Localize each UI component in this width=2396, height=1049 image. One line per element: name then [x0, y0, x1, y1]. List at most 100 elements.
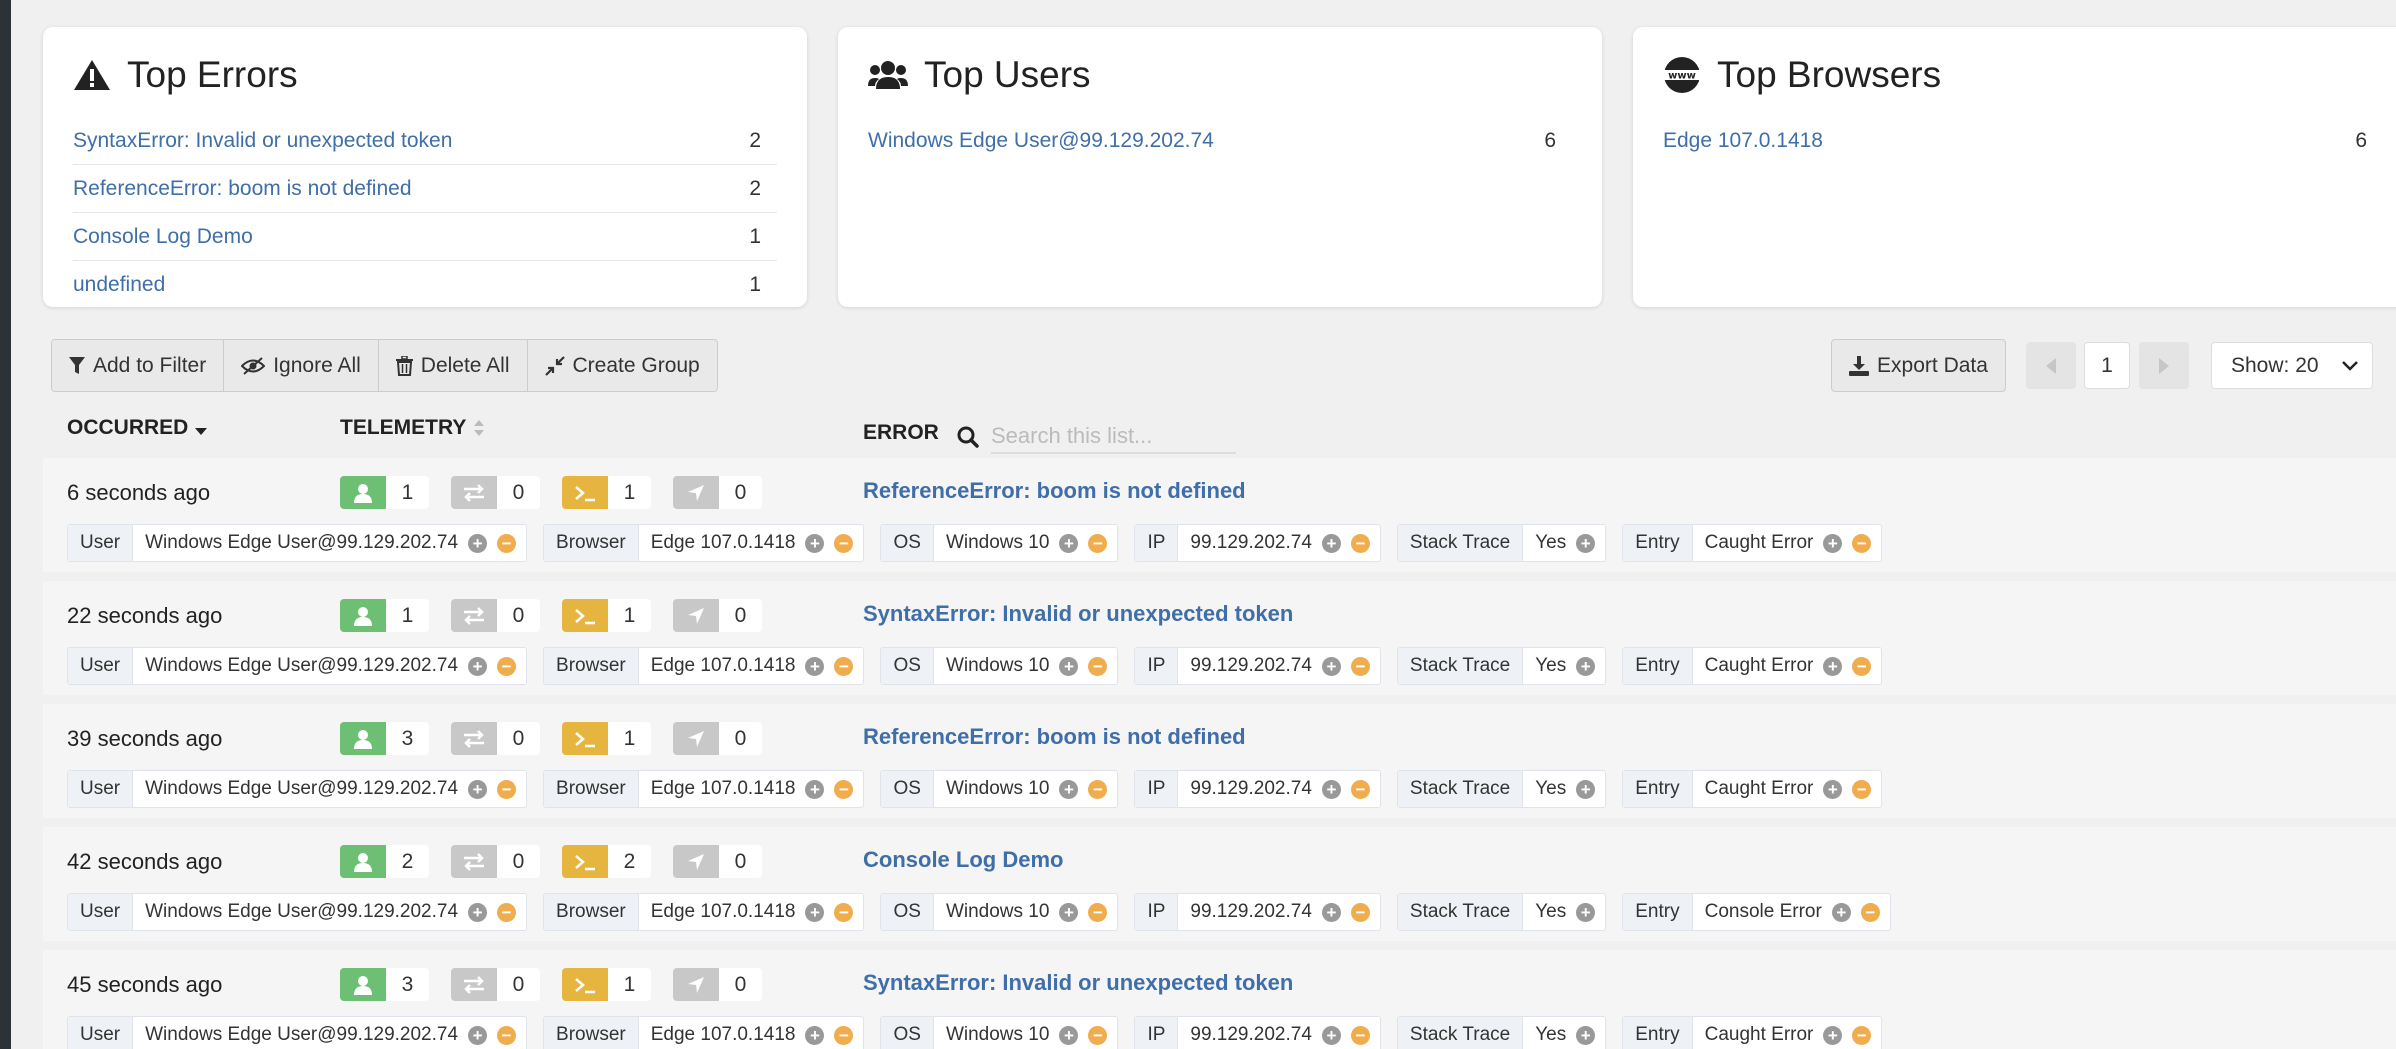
add-filter-plus-icon[interactable]: + [1831, 902, 1851, 922]
current-page[interactable]: 1 [2084, 342, 2130, 389]
telemetry-badge[interactable]: 0 [673, 845, 762, 878]
add-filter-plus-icon[interactable]: + [805, 533, 825, 553]
telemetry-badge[interactable]: 0 [451, 476, 540, 509]
page-size-select[interactable]: Show: 20 [2211, 342, 2373, 389]
exclude-filter-minus-icon[interactable]: − [834, 779, 854, 799]
exclude-filter-minus-icon[interactable]: − [1088, 902, 1108, 922]
add-filter-plus-icon[interactable]: + [1321, 1025, 1341, 1045]
add-filter-plus-icon[interactable]: + [1059, 1025, 1079, 1045]
telemetry-badge[interactable]: 3 [340, 968, 429, 1001]
error-message-link[interactable]: ReferenceError: boom is not defined [863, 724, 1246, 750]
top-error-link[interactable]: undefined [73, 273, 165, 297]
exclude-filter-minus-icon[interactable]: − [497, 1025, 517, 1045]
add-filter-plus-icon[interactable]: + [468, 533, 488, 553]
telemetry-badge[interactable]: 1 [562, 476, 651, 509]
exclude-filter-minus-icon[interactable]: − [834, 656, 854, 676]
top-error-link[interactable]: SyntaxError: Invalid or unexpected token [73, 129, 452, 153]
create-group-button[interactable]: Create Group [527, 340, 717, 391]
exclude-filter-minus-icon[interactable]: − [1088, 656, 1108, 676]
telemetry-badge[interactable]: 0 [451, 968, 540, 1001]
add-filter-plus-icon[interactable]: + [1321, 779, 1341, 799]
telemetry-badge[interactable]: 0 [673, 476, 762, 509]
top-browser-link[interactable]: Edge 107.0.1418 [1663, 129, 1823, 153]
prev-page-button[interactable] [2026, 342, 2076, 389]
exclude-filter-minus-icon[interactable]: − [1088, 1025, 1108, 1045]
telemetry-badge[interactable]: 1 [340, 476, 429, 509]
error-message-link[interactable]: ReferenceError: boom is not defined [863, 478, 1246, 504]
error-message-link[interactable]: Console Log Demo [863, 847, 1063, 873]
next-page-button[interactable] [2139, 342, 2189, 389]
exclude-filter-minus-icon[interactable]: − [1860, 902, 1880, 922]
add-filter-plus-icon[interactable]: + [1059, 656, 1079, 676]
telemetry-badge[interactable]: 1 [562, 722, 651, 755]
exclude-filter-minus-icon[interactable]: − [1350, 656, 1370, 676]
add-filter-plus-icon[interactable]: + [1576, 656, 1596, 676]
add-filter-plus-icon[interactable]: + [1823, 779, 1843, 799]
top-error-link[interactable]: Console Log Demo [73, 225, 253, 249]
add-filter-plus-icon[interactable]: + [805, 779, 825, 799]
exclude-filter-minus-icon[interactable]: − [1852, 779, 1872, 799]
exclude-filter-minus-icon[interactable]: − [1350, 779, 1370, 799]
top-user-link[interactable]: Windows Edge User@99.129.202.74 [868, 129, 1214, 153]
add-filter-plus-icon[interactable]: + [1576, 902, 1596, 922]
telemetry-badge[interactable]: 0 [673, 968, 762, 1001]
add-filter-plus-icon[interactable]: + [468, 656, 488, 676]
telemetry-badge[interactable]: 3 [340, 722, 429, 755]
ignore-all-button[interactable]: Ignore All [224, 340, 379, 391]
add-filter-plus-icon[interactable]: + [468, 902, 488, 922]
telemetry-badge[interactable]: 2 [340, 845, 429, 878]
export-data-button[interactable]: Export Data [1831, 339, 2006, 392]
add-filter-plus-icon[interactable]: + [1576, 1025, 1596, 1045]
exclude-filter-minus-icon[interactable]: − [1852, 533, 1872, 553]
add-filter-plus-icon[interactable]: + [1823, 656, 1843, 676]
add-filter-plus-icon[interactable]: + [805, 902, 825, 922]
occurred-column-header[interactable]: OCCURRED [67, 416, 208, 440]
telemetry-badge[interactable]: 2 [562, 845, 651, 878]
exclude-filter-minus-icon[interactable]: − [497, 902, 517, 922]
telemetry-badge[interactable]: 1 [562, 968, 651, 1001]
exclude-filter-minus-icon[interactable]: − [1088, 779, 1108, 799]
telemetry-badge[interactable]: 0 [673, 722, 762, 755]
exclude-filter-minus-icon[interactable]: − [497, 533, 517, 553]
add-filter-plus-icon[interactable]: + [468, 1025, 488, 1045]
add-filter-plus-icon[interactable]: + [468, 779, 488, 799]
add-filter-plus-icon[interactable]: + [805, 656, 825, 676]
add-to-filter-button[interactable]: Add to Filter [52, 340, 225, 391]
telemetry-badge[interactable]: 0 [451, 722, 540, 755]
add-filter-plus-icon[interactable]: + [1059, 779, 1079, 799]
exclude-filter-minus-icon[interactable]: − [497, 779, 517, 799]
search-input[interactable] [991, 420, 1236, 454]
exclude-filter-minus-icon[interactable]: − [1350, 533, 1370, 553]
telemetry-badge[interactable]: 0 [451, 599, 540, 632]
exclude-filter-minus-icon[interactable]: − [1350, 1025, 1370, 1045]
telemetry-badge[interactable]: 0 [673, 599, 762, 632]
eye-slash-icon [241, 356, 266, 375]
add-filter-plus-icon[interactable]: + [1321, 533, 1341, 553]
add-filter-plus-icon[interactable]: + [805, 1025, 825, 1045]
exclude-filter-minus-icon[interactable]: − [834, 533, 854, 553]
add-filter-plus-icon[interactable]: + [1059, 533, 1079, 553]
add-filter-plus-icon[interactable]: + [1823, 533, 1843, 553]
exclude-filter-minus-icon[interactable]: − [1852, 656, 1872, 676]
add-filter-plus-icon[interactable]: + [1321, 902, 1341, 922]
error-message-link[interactable]: SyntaxError: Invalid or unexpected token [863, 970, 1293, 996]
add-filter-plus-icon[interactable]: + [1321, 656, 1341, 676]
add-filter-plus-icon[interactable]: + [1823, 1025, 1843, 1045]
exclude-filter-minus-icon[interactable]: − [1088, 533, 1108, 553]
error-message-link[interactable]: SyntaxError: Invalid or unexpected token [863, 601, 1293, 627]
top-error-link[interactable]: ReferenceError: boom is not defined [73, 177, 412, 201]
add-filter-plus-icon[interactable]: + [1576, 533, 1596, 553]
exclude-filter-minus-icon[interactable]: − [1350, 902, 1370, 922]
delete-all-button[interactable]: Delete All [378, 340, 528, 391]
add-filter-plus-icon[interactable]: + [1576, 779, 1596, 799]
telemetry-column-header[interactable]: TELEMETRY [340, 416, 486, 440]
exclude-filter-minus-icon[interactable]: − [1852, 1025, 1872, 1045]
tag-list: User Windows Edge User@99.129.202.74 + − Bro… [67, 647, 1883, 687]
telemetry-badge[interactable]: 0 [451, 845, 540, 878]
telemetry-badge[interactable]: 1 [340, 599, 429, 632]
exclude-filter-minus-icon[interactable]: − [834, 902, 854, 922]
exclude-filter-minus-icon[interactable]: − [497, 656, 517, 676]
telemetry-badge[interactable]: 1 [562, 599, 651, 632]
exclude-filter-minus-icon[interactable]: − [834, 1025, 854, 1045]
add-filter-plus-icon[interactable]: + [1059, 902, 1079, 922]
